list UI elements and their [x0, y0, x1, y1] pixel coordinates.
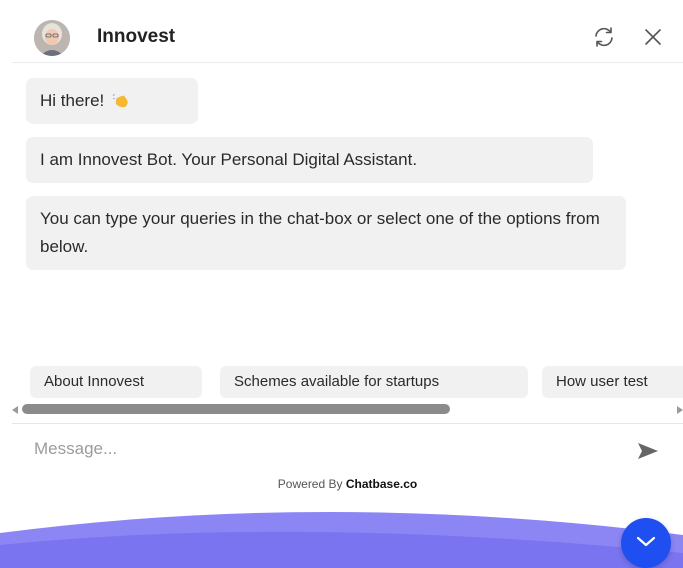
quick-reply-about-innovest[interactable]: About Innovest — [30, 366, 202, 398]
message-text: I am Innovest Bot. Your Personal Digital… — [40, 150, 418, 169]
message-text: You can type your queries in the chat-bo… — [40, 209, 600, 256]
quick-reply-how-user-test[interactable]: How user test — [542, 366, 683, 398]
chat-header: Innovest — [12, 0, 683, 63]
close-icon[interactable] — [641, 25, 665, 49]
powered-by-brand[interactable]: Chatbase.co — [346, 477, 417, 491]
quick-reply-schemes[interactable]: Schemes available for startups — [220, 366, 528, 398]
message-composer — [12, 423, 683, 470]
waving-hand-icon — [112, 89, 132, 108]
bot-name: Innovest — [97, 26, 176, 47]
quick-reply-list: About Innovest Schemes available for sta… — [12, 366, 683, 400]
powered-by: Powered By Chatbase.co — [12, 477, 683, 491]
bot-avatar — [34, 20, 70, 56]
scrollbar-thumb[interactable] — [22, 404, 450, 414]
horizontal-scrollbar[interactable] — [12, 403, 683, 417]
bot-message: You can type your queries in the chat-bo… — [26, 196, 626, 270]
scroll-right-arrow-icon[interactable] — [677, 406, 683, 414]
refresh-icon[interactable] — [592, 25, 616, 49]
scroll-left-arrow-icon[interactable] — [12, 406, 18, 414]
message-input[interactable] — [32, 435, 596, 463]
page-background-wave — [0, 505, 683, 568]
powered-by-prefix: Powered By — [277, 477, 346, 491]
message-text: Hi there! — [40, 91, 105, 110]
bot-message: I am Innovest Bot. Your Personal Digital… — [26, 137, 593, 183]
bot-message: Hi there! — [26, 78, 198, 124]
send-icon[interactable] — [637, 442, 659, 460]
chevron-down-icon — [636, 536, 656, 547]
chat-launcher-button[interactable] — [621, 518, 671, 568]
chat-widget: Innovest Hi there! I am Innovest Bot. Yo… — [12, 0, 683, 505]
